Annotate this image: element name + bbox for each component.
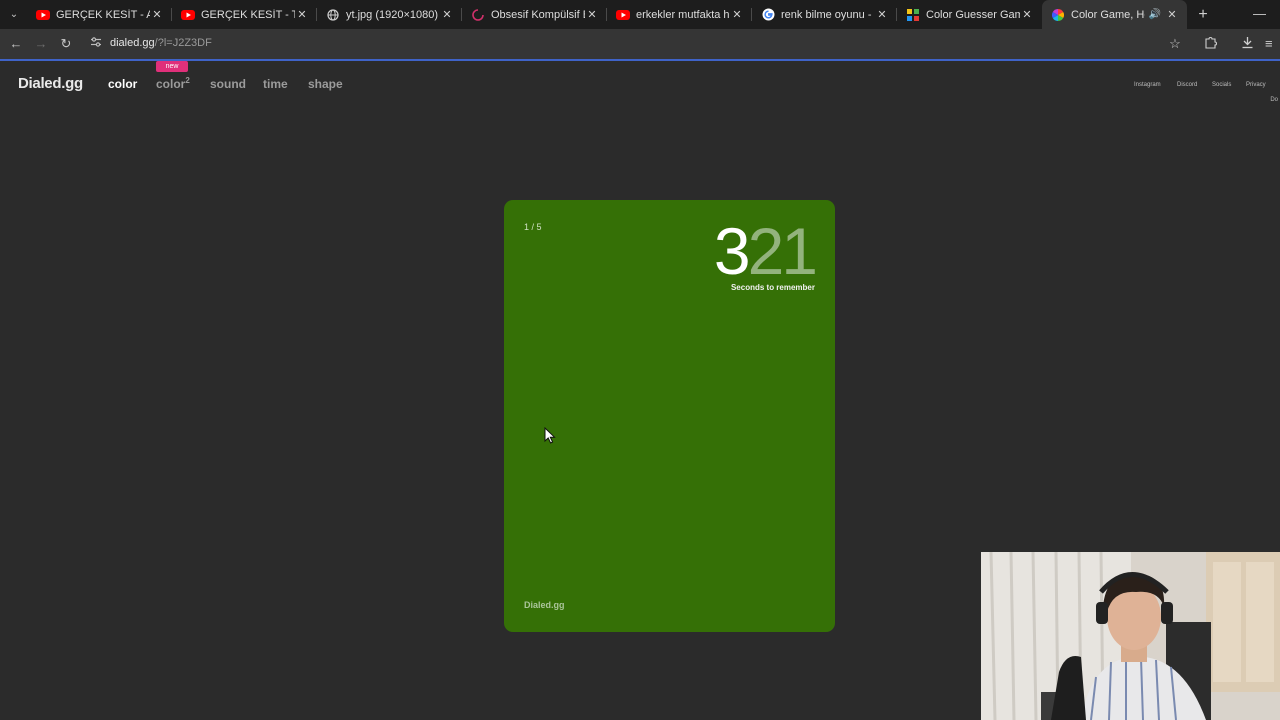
- browser-tab[interactable]: renk bilme oyunu - Goog ✕: [752, 0, 897, 29]
- site-settings-icon[interactable]: [90, 36, 104, 50]
- grid-icon: [906, 8, 920, 22]
- extensions-icon[interactable]: [1202, 36, 1218, 53]
- page-loading-bar: [0, 59, 1280, 61]
- browser-tab[interactable]: GERÇEK KESİT - TEHLİKELİ ✕: [172, 0, 317, 29]
- nav-color-squared[interactable]: color2: [156, 76, 190, 91]
- tab-close-icon[interactable]: ✕: [875, 8, 889, 21]
- browser-toolbar: ← → ↻ dialed.gg/?l=J2Z3DF ☆ ≡: [0, 29, 1280, 59]
- color-card: 1 / 5 321 Seconds to remember Dialed.gg: [504, 200, 835, 632]
- nav-color[interactable]: color: [108, 77, 137, 91]
- card-brand: Dialed.gg: [524, 600, 565, 610]
- browser-tab-active[interactable]: Color Game, How We 🔊 ✕: [1042, 0, 1187, 29]
- loading-icon: [471, 8, 485, 22]
- nav-shape[interactable]: shape: [308, 77, 343, 91]
- minimize-icon[interactable]: —: [1253, 6, 1266, 21]
- color-wheel-icon: [1051, 8, 1065, 22]
- webcam-overlay: [981, 552, 1280, 720]
- speaker-icon[interactable]: 🔊: [1149, 9, 1161, 20]
- url-domain: dialed.gg: [110, 37, 155, 49]
- tab-title: yt.jpg (1920×1080): [346, 8, 439, 21]
- link-privacy[interactable]: Privacy: [1246, 82, 1266, 88]
- tab-title: GERÇEK KESİT - TEHLİKELİ: [201, 8, 295, 21]
- bookmark-star-icon[interactable]: ☆: [1167, 36, 1183, 52]
- new-badge: new: [156, 61, 188, 72]
- tab-title: erkekler mutfakta her işi y: [636, 8, 730, 21]
- tab-close-icon[interactable]: ✕: [1020, 8, 1034, 21]
- tab-title: Color Guesser Game | Gu: [926, 8, 1020, 21]
- address-bar[interactable]: dialed.gg/?l=J2Z3DF: [84, 32, 1194, 56]
- link-discord[interactable]: Discord: [1177, 82, 1197, 88]
- tab-title: Color Game, How We: [1071, 8, 1145, 21]
- tab-close-icon[interactable]: ✕: [295, 8, 309, 21]
- new-tab-icon[interactable]: +: [1191, 6, 1215, 24]
- link-cutoff[interactable]: Do: [1270, 97, 1278, 103]
- menu-icon[interactable]: ≡: [1265, 36, 1277, 52]
- countdown-caption: Seconds to remember: [730, 283, 815, 292]
- link-socials[interactable]: Socials: [1212, 82, 1231, 88]
- nav-color-squared-sup: 2: [185, 76, 190, 85]
- browser-tab[interactable]: erkekler mutfakta her işi y ✕: [607, 0, 752, 29]
- tab-search-chevron-icon[interactable]: ⌄: [1, 4, 27, 26]
- youtube-icon: [616, 8, 630, 22]
- tab-close-icon[interactable]: ✕: [730, 8, 744, 21]
- mouse-cursor-icon: [544, 426, 556, 449]
- tab-close-icon[interactable]: ✕: [585, 8, 599, 21]
- tab-title: Obsesif Kompülsif Bozukl: [491, 8, 585, 21]
- nav-time[interactable]: time: [263, 77, 288, 91]
- site-logo[interactable]: Dialed.gg: [18, 75, 83, 92]
- countdown: 321: [713, 214, 818, 288]
- youtube-icon: [181, 8, 195, 22]
- browser-tab[interactable]: GERÇEK KESİT - AVCI - Yo ✕: [27, 0, 172, 29]
- countdown-current: 3: [713, 214, 751, 288]
- link-instagram[interactable]: Instagram: [1134, 82, 1161, 88]
- download-icon[interactable]: [1239, 36, 1255, 53]
- back-arrow-icon[interactable]: ←: [8, 36, 24, 52]
- tab-title: GERÇEK KESİT - AVCI - Yo: [56, 8, 150, 21]
- browser-tab[interactable]: Obsesif Kompülsif Bozukl ✕: [462, 0, 607, 29]
- tab-strip: ⌄ GERÇEK KESİT - AVCI - Yo ✕ GERÇEK KESİ…: [0, 0, 1280, 29]
- tab-close-icon[interactable]: ✕: [150, 8, 164, 21]
- round-counter: 1 / 5: [524, 222, 542, 232]
- reload-icon[interactable]: ↻: [58, 36, 74, 52]
- youtube-icon: [36, 8, 50, 22]
- nav-color-squared-label: color: [156, 77, 186, 91]
- browser-tab[interactable]: Color Guesser Game | Gu ✕: [897, 0, 1042, 29]
- tab-close-icon[interactable]: ✕: [440, 8, 454, 21]
- url-text: dialed.gg/?l=J2Z3DF: [110, 37, 212, 49]
- tab-close-icon[interactable]: ✕: [1165, 8, 1179, 21]
- nav-sound[interactable]: sound: [210, 77, 246, 91]
- globe-icon: [326, 8, 340, 22]
- tab-title: renk bilme oyunu - Goog: [781, 8, 875, 21]
- google-icon: [761, 8, 775, 22]
- countdown-remaining: 21: [747, 214, 818, 288]
- browser-tab[interactable]: yt.jpg (1920×1080) ✕: [317, 0, 462, 29]
- url-path: /?l=J2Z3DF: [154, 37, 212, 49]
- forward-arrow-icon[interactable]: →: [33, 36, 49, 52]
